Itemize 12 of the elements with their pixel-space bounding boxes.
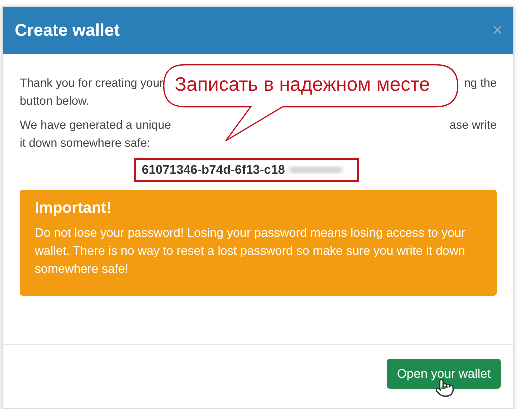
body-text: ng the xyxy=(464,75,497,92)
body-text: button below. xyxy=(20,93,90,110)
wallet-id: 61071346-b74d-6f13-c18 xyxy=(142,163,286,177)
body-text: Thank you for creating your xyxy=(20,75,164,92)
body-text: We have generated a unique xyxy=(20,117,172,134)
dialog-title: Create wallet xyxy=(15,20,120,40)
open-wallet-button[interactable]: Open your wallet xyxy=(387,358,501,388)
alert-title: Important! xyxy=(35,200,113,218)
body-text: ase write xyxy=(450,117,497,134)
alert-text: Do not lose your password! Losing your password means losing access to your wallet. There is no way to reset a lost password so make sure you write it down somewhere safe! xyxy=(35,225,467,278)
body-text: it down somewhere safe: xyxy=(20,135,150,152)
callout-text: Записать в надежном месте xyxy=(175,74,430,97)
